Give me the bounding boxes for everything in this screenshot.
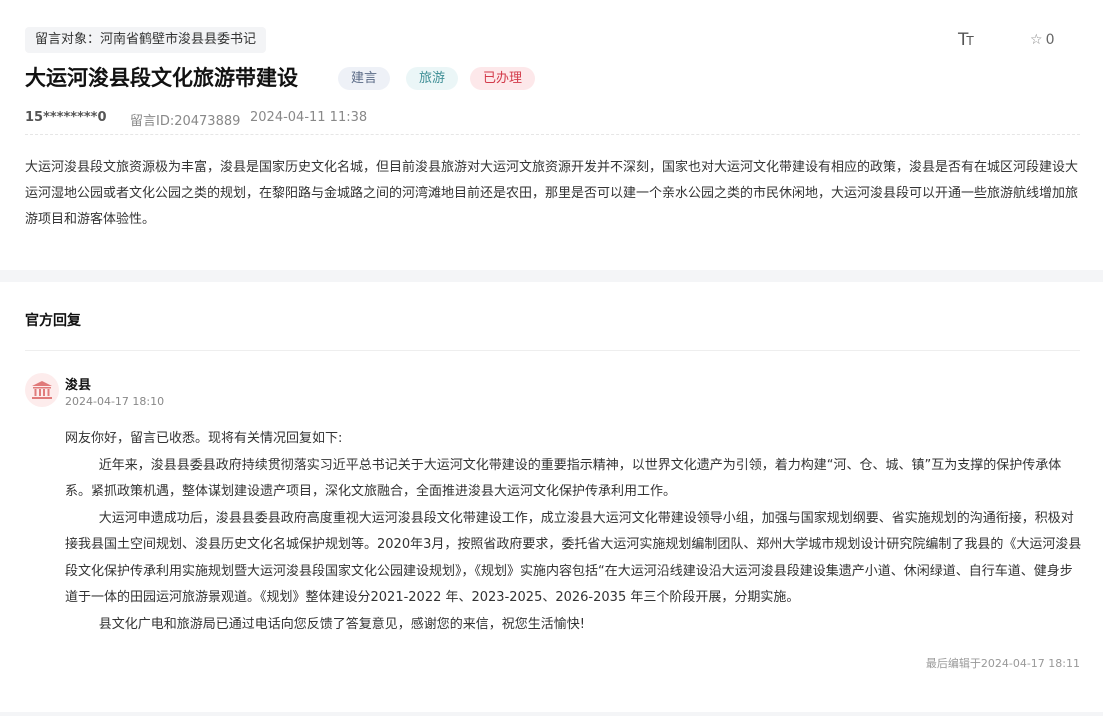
font-size-icon: TT (958, 30, 974, 50)
message-user: 15********0 (25, 110, 107, 125)
reply-body: 网友你好，留言已收悉。现将有关情况回复如下: 近年来，浚县县委县政府持续贯彻落实… (65, 426, 1083, 638)
message-target-tag: 留言对象：河南省鹤壁市浚县县委书记 (25, 27, 267, 53)
replier-name: 浚县 (65, 378, 92, 393)
divider (25, 134, 1080, 135)
reply-paragraph: 县文化广电和旅游局已通过电话向您反馈了答复意见，感谢您的来信，祝您生活愉快! (98, 616, 586, 632)
government-building-icon (25, 373, 59, 407)
reply-paragraph: 近年来，浚县县委县政府持续贯彻落实习近平总书记关于大运河文化带建设的重要指示精神… (65, 457, 1062, 500)
message-content: 大运河浚县段文旅资源极为丰富，浚县是国家历史文化名城，但目前浚县旅游对大运河文旅… (25, 160, 1079, 227)
divider (25, 350, 1080, 351)
star-icon: ☆ (1030, 32, 1043, 48)
last-edited: 最后编辑于2024-04-17 18:11 (925, 657, 1080, 670)
status-badge: 已办理 (470, 67, 536, 90)
target-value: 河南省鹤壁市浚县县委书记 (100, 32, 257, 47)
message-id: 留言ID:20473889 (130, 114, 241, 129)
star-count: 0 (1045, 32, 1055, 48)
reply-paragraph: 大运河申遗成功后，浚县县委县政府高度重视大运河浚县段文化带建设工作，成立浚县大运… (65, 510, 1082, 606)
message-card: 留言对象：河南省鹤壁市浚县县委书记 TT ☆ 0 大运河浚县段文化旅游带建设 建言… (0, 0, 1103, 270)
badge-tourism: 旅游 (406, 67, 459, 90)
reply-heading: 官方回复 (25, 313, 81, 329)
badge-suggestion: 建言 (338, 67, 391, 90)
favorite-button[interactable]: ☆ 0 (1030, 32, 1054, 48)
reply-greeting: 网友你好，留言已收悉。现将有关情况回复如下: (65, 431, 343, 446)
font-size-button[interactable]: TT (958, 30, 974, 50)
message-time: 2024-04-11 11:38 (250, 110, 368, 125)
reply-time: 2024-04-17 18:10 (65, 395, 165, 408)
target-label: 留言对象： (35, 32, 101, 47)
page-title: 大运河浚县段文化旅游带建设 (25, 66, 298, 90)
